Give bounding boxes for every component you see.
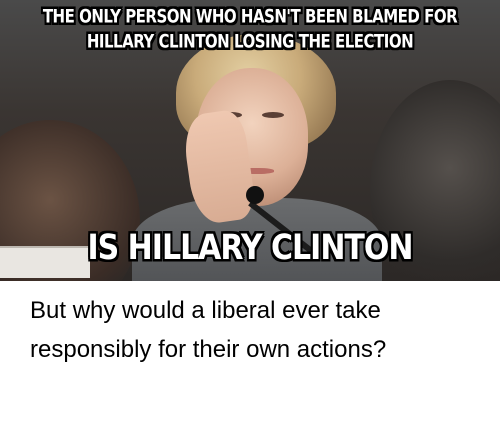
microphone-icon xyxy=(246,186,264,204)
meme-top-text-line-2: HILLARY CLINTON LOSING THE ELECTION xyxy=(86,30,414,53)
right-eye xyxy=(262,112,284,118)
meme-top-text-line-1: THE ONLY PERSON WHO HASN'T BEEN BLAMED F… xyxy=(42,5,458,28)
meme-image: THE ONLY PERSON WHO HASN'T BEEN BLAMED F… xyxy=(0,0,500,281)
meme-bottom-text: IS HILLARY CLINTON xyxy=(87,228,413,269)
caption-text: But why would a liberal ever take respon… xyxy=(30,297,387,363)
